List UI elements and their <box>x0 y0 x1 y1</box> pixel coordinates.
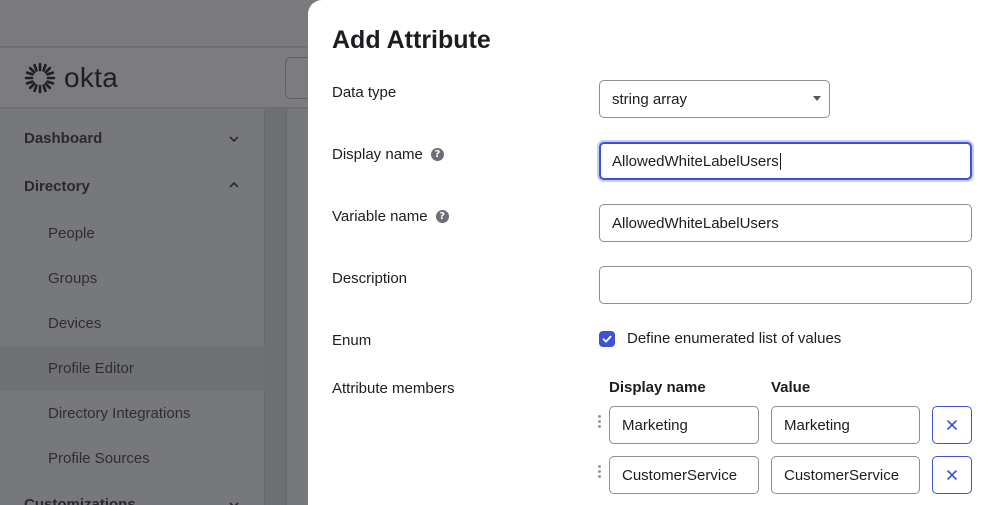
sidebar-item-label: Directory <box>24 178 90 195</box>
remove-member-button[interactable] <box>932 456 972 494</box>
sidebar-item-profile-editor[interactable]: Profile Editor <box>0 346 265 391</box>
input-value: AllowedWhiteLabelUsers <box>612 214 779 232</box>
checkmark-icon <box>602 335 612 342</box>
caret-down-icon <box>813 96 821 101</box>
chevron-down-icon <box>229 502 239 505</box>
close-icon <box>947 470 957 480</box>
drag-handle-icon[interactable] <box>598 415 602 429</box>
sidebar-item-label: Devices <box>48 315 102 332</box>
field-label: Enum <box>332 332 372 349</box>
sidebar-item-label: Profile Editor <box>48 360 134 377</box>
input-value: AllowedWhiteLabelUsers <box>612 152 779 170</box>
display-name-label: Display name ? <box>332 146 444 163</box>
close-icon <box>947 420 957 430</box>
text-cursor <box>779 152 781 170</box>
sidebar-item-dashboard[interactable]: Dashboard <box>0 116 265 161</box>
sidebar-item-people[interactable]: People <box>0 211 265 256</box>
sidebar-item-label: Dashboard <box>24 130 103 147</box>
sidebar-item-groups[interactable]: Groups <box>0 256 265 301</box>
sidebar-item-label: Customizations <box>24 496 136 505</box>
enum-label: Enum <box>332 332 371 349</box>
member-value-input[interactable]: Marketing <box>771 406 920 444</box>
variable-name-input[interactable]: AllowedWhiteLabelUsers <box>599 204 972 242</box>
okta-sunburst-icon <box>24 62 56 94</box>
attribute-members-label: Attribute members <box>332 380 455 397</box>
logo-text: okta <box>64 62 119 93</box>
sidebar: Dashboard Directory People Groups Device… <box>0 109 265 505</box>
input-value: CustomerService <box>784 466 900 484</box>
field-label: Description <box>332 270 408 287</box>
member-display-name-input[interactable]: CustomerService <box>609 456 759 494</box>
sidebar-item-label: People <box>48 225 95 242</box>
description-label: Description <box>332 270 407 287</box>
sidebar-item-directory[interactable]: Directory <box>0 164 265 209</box>
member-display-name-input[interactable]: Marketing <box>609 406 759 444</box>
enum-checkbox-label: Define enumerated list of values <box>627 330 842 347</box>
okta-logo[interactable]: okta <box>24 62 118 94</box>
data-type-select[interactable]: string array <box>599 80 830 118</box>
input-value: Marketing <box>784 416 850 434</box>
field-label: Data type <box>332 84 397 101</box>
field-label: Display name <box>332 146 423 163</box>
select-value: string array <box>612 90 688 108</box>
input-value: Marketing <box>622 416 688 434</box>
variable-name-label: Variable name ? <box>332 208 449 225</box>
enum-checkbox-row[interactable]: Define enumerated list of values <box>599 330 841 347</box>
description-input[interactable] <box>599 266 972 304</box>
chevron-down-icon <box>229 136 239 143</box>
remove-member-button[interactable] <box>932 406 972 444</box>
data-type-label: Data type <box>332 84 396 101</box>
display-name-input[interactable]: AllowedWhiteLabelUsers <box>599 142 972 180</box>
help-icon[interactable]: ? <box>430 148 444 161</box>
col-display-name-header: Display name <box>609 379 706 396</box>
field-label: Variable name <box>332 208 428 225</box>
sidebar-item-devices[interactable]: Devices <box>0 301 265 346</box>
sidebar-item-profile-sources[interactable]: Profile Sources <box>0 436 265 481</box>
sidebar-item-label: Profile Sources <box>48 450 150 467</box>
sidebar-item-label: Directory Integrations <box>48 405 191 422</box>
chevron-up-icon <box>229 181 239 188</box>
input-value: CustomerService <box>622 466 738 484</box>
sidebar-item-label: Groups <box>48 270 98 287</box>
help-icon[interactable]: ? <box>435 210 449 223</box>
field-label: Attribute members <box>332 380 455 397</box>
member-value-input[interactable]: CustomerService <box>771 456 920 494</box>
sidebar-item-customizations[interactable]: Customizations <box>0 482 265 505</box>
dialog-title: Add Attribute <box>332 26 491 54</box>
add-attribute-dialog: Add Attribute Data type string array Dis… <box>308 0 1003 505</box>
drag-handle-icon[interactable] <box>598 465 602 479</box>
col-value-header: Value <box>771 379 811 396</box>
sidebar-item-directory-integrations[interactable]: Directory Integrations <box>0 391 265 436</box>
enum-checkbox[interactable] <box>599 330 615 347</box>
